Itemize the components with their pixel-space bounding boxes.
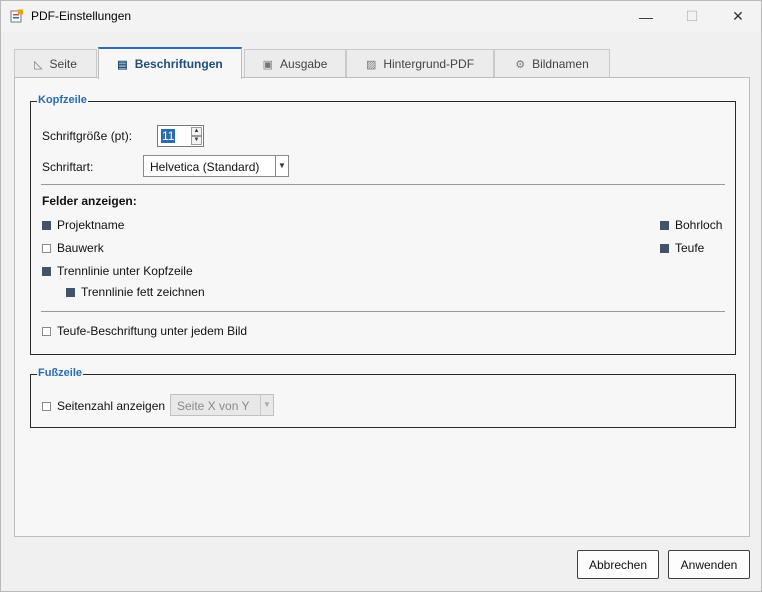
spin-up-icon[interactable]: ▲ bbox=[191, 127, 202, 136]
footer-groupbox: Fußzeile Seitenzahl anzeigen Seite X von… bbox=[30, 367, 736, 428]
label-icon: ▤ bbox=[117, 58, 128, 71]
tab-bildnamen[interactable]: ⚙ Bildnamen bbox=[494, 49, 610, 78]
divider bbox=[41, 184, 725, 185]
save-icon: ▣ bbox=[262, 58, 274, 71]
chevron-down-icon: ▼ bbox=[260, 395, 273, 415]
checkbox-checked bbox=[660, 243, 669, 253]
checkbox-trennlinie-fett[interactable]: Trennlinie fett zeichnen bbox=[66, 285, 205, 299]
checkbox-label: Trennlinie fett zeichnen bbox=[81, 285, 205, 299]
tab-beschriftungen[interactable]: ▤ Beschriftungen bbox=[98, 47, 242, 79]
checkbox-checked bbox=[660, 220, 669, 230]
app-icon bbox=[10, 9, 23, 23]
checkbox-unchecked bbox=[42, 243, 51, 253]
fields-heading: Felder anzeigen: bbox=[42, 194, 137, 208]
checkbox-checked bbox=[42, 220, 51, 230]
font-size-spinner[interactable]: 11 ▲ ▼ bbox=[157, 125, 204, 147]
gear-icon: ⚙ bbox=[515, 58, 526, 71]
checkbox-bohrloch[interactable]: Bohrloch bbox=[660, 218, 722, 232]
tab-label: Beschriftungen bbox=[134, 57, 223, 71]
tab-content-panel: Kopfzeile Schriftgröße (pt): 11 ▲ ▼ Schr… bbox=[14, 77, 750, 537]
page-format-value: Seite X von Y bbox=[177, 399, 250, 413]
maximize-icon: ☐ bbox=[685, 8, 699, 24]
checkbox-teufe[interactable]: Teufe bbox=[660, 241, 704, 255]
apply-button[interactable]: Anwenden bbox=[668, 550, 750, 579]
close-icon: ✕ bbox=[732, 8, 744, 24]
close-button[interactable]: ✕ bbox=[715, 1, 761, 32]
checkbox-label: Seitenzahl anzeigen bbox=[57, 399, 166, 413]
header-group-legend: Kopfzeile bbox=[37, 94, 88, 106]
footer-group-legend: Fußzeile bbox=[37, 367, 84, 379]
tab-ausgabe[interactable]: ▣ Ausgabe bbox=[244, 49, 346, 78]
tab-label: Ausgabe bbox=[280, 57, 328, 71]
checkbox-label: Teufe-Beschriftung unter jedem Bild bbox=[57, 324, 248, 338]
font-size-label: Schriftgröße (pt): bbox=[42, 129, 133, 143]
tab-seite[interactable]: ◺ Seite bbox=[14, 49, 97, 78]
page-icon: ◺ bbox=[34, 58, 43, 71]
checkbox-checked bbox=[42, 266, 51, 276]
page-format-select[interactable]: Seite X von Y ▼ bbox=[170, 394, 274, 416]
tab-label: Seite bbox=[49, 57, 77, 71]
title-bar: PDF-Einstellungen — ☐ ✕ bbox=[1, 1, 761, 32]
checkbox-label: Teufe bbox=[675, 241, 705, 255]
checkbox-label: Projektname bbox=[57, 218, 125, 232]
tab-hintergrund-pdf[interactable]: ▨ Hintergrund-PDF bbox=[346, 49, 494, 78]
checkbox-unchecked bbox=[42, 326, 51, 336]
window-title: PDF-Einstellungen bbox=[31, 9, 132, 23]
checkbox-checked bbox=[66, 287, 75, 297]
checkbox-trennlinie[interactable]: Trennlinie unter Kopfzeile bbox=[42, 264, 193, 278]
checkbox-seitenzahl[interactable]: Seitenzahl anzeigen bbox=[42, 399, 165, 413]
checkbox-label: Bauwerk bbox=[57, 241, 104, 255]
image-icon: ▨ bbox=[365, 58, 377, 71]
checkbox-label: Bohrloch bbox=[675, 218, 723, 232]
font-size-value: 11 bbox=[161, 129, 176, 143]
tab-label: Hintergrund-PDF bbox=[383, 57, 475, 71]
minimize-button[interactable]: — bbox=[623, 1, 669, 32]
font-select-value: Helvetica (Standard) bbox=[150, 160, 260, 174]
checkbox-label: Trennlinie unter Kopfzeile bbox=[57, 264, 193, 278]
maximize-button[interactable]: ☐ bbox=[669, 1, 715, 32]
checkbox-bauwerk[interactable]: Bauwerk bbox=[42, 241, 104, 255]
tab-label: Bildnamen bbox=[532, 57, 589, 71]
font-label: Schriftart: bbox=[42, 160, 94, 174]
chevron-down-icon: ▼ bbox=[275, 156, 288, 176]
header-groupbox: Kopfzeile Schriftgröße (pt): 11 ▲ ▼ Schr… bbox=[30, 94, 736, 355]
divider bbox=[41, 311, 725, 312]
font-select[interactable]: Helvetica (Standard) ▼ bbox=[143, 155, 289, 177]
checkbox-unchecked bbox=[42, 401, 51, 411]
minimize-icon: — bbox=[639, 8, 653, 25]
spin-down-icon[interactable]: ▼ bbox=[191, 136, 202, 145]
cancel-button[interactable]: Abbrechen bbox=[577, 550, 659, 579]
pdf-settings-window: PDF-Einstellungen — ☐ ✕ ◺ Seite ▤ Beschr… bbox=[0, 0, 762, 592]
checkbox-teufe-beschriftung[interactable]: Teufe-Beschriftung unter jedem Bild bbox=[42, 324, 247, 338]
checkbox-projektname[interactable]: Projektname bbox=[42, 218, 124, 232]
tab-bar: ◺ Seite ▤ Beschriftungen ▣ Ausgabe ▨ Hin… bbox=[14, 47, 750, 79]
